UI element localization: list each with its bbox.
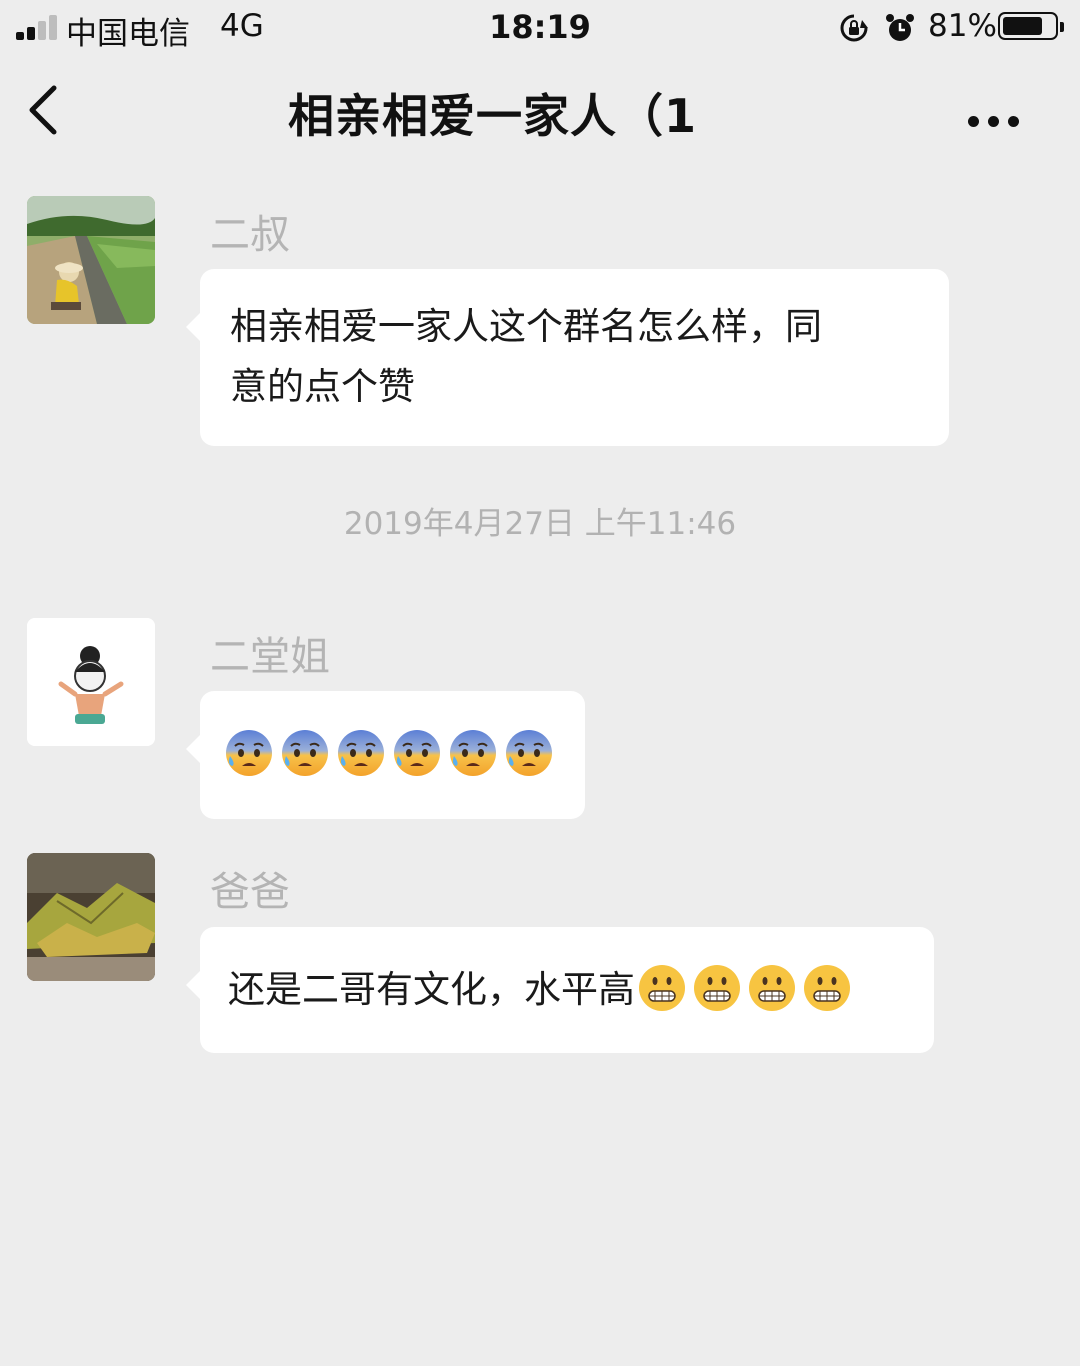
emoji-row [637,963,852,1017]
message-content: 还是二哥有文化，水平高 [228,927,906,1053]
message-text-line: 相亲相爱一家人这个群名怎么样，同 [230,305,822,348]
nav-bar: 相亲相爱一家人（1 [0,60,1080,160]
status-bar: 中国电信 4G 18:19 81% [0,0,1080,56]
avatar[interactable] [27,618,155,746]
message-bubble[interactable]: 还是二哥有文化，水平高 [186,927,934,1053]
grimacing-face-emoji [637,963,687,1017]
chevron-left-icon[interactable] [22,82,66,138]
more-dots-icon[interactable] [964,116,1024,132]
grimacing-face-emoji [747,963,797,1017]
rotation-lock-icon [840,14,868,42]
anxious-sweat-face-emoji [280,728,330,782]
sender-name: 二堂姐 [210,634,330,680]
message-text: 还是二哥有文化，水平高 [228,968,635,1011]
message-bubble[interactable] [186,691,585,819]
chat-title: 相亲相爱一家人（1 [288,89,698,143]
alarm-icon [886,14,914,41]
avatar[interactable] [27,196,155,324]
message-text-line: 意的点个赞 [230,365,415,408]
battery-icon [998,12,1064,40]
anxious-sweat-face-emoji [392,728,442,782]
sender-name: 爸爸 [210,869,290,915]
battery-percent: 81% [928,8,997,44]
timestamp: 2019年4月27日 上午11:46 [343,506,737,542]
emoji-row [224,691,561,819]
anxious-sweat-face-emoji [448,728,498,782]
anxious-sweat-face-emoji [224,728,274,782]
grimacing-face-emoji [692,963,742,1017]
sender-name: 二叔 [210,212,290,258]
message-bubble[interactable]: 相亲相爱一家人这个群名怎么样，同 意的点个赞 [186,269,949,446]
avatar[interactable] [27,853,155,981]
anxious-sweat-face-emoji [336,728,386,782]
status-time: 18:19 [489,8,591,46]
message-text: 相亲相爱一家人这个群名怎么样，同 意的点个赞 [230,297,919,417]
anxious-sweat-face-emoji [504,728,554,782]
grimacing-face-emoji [802,963,852,1017]
